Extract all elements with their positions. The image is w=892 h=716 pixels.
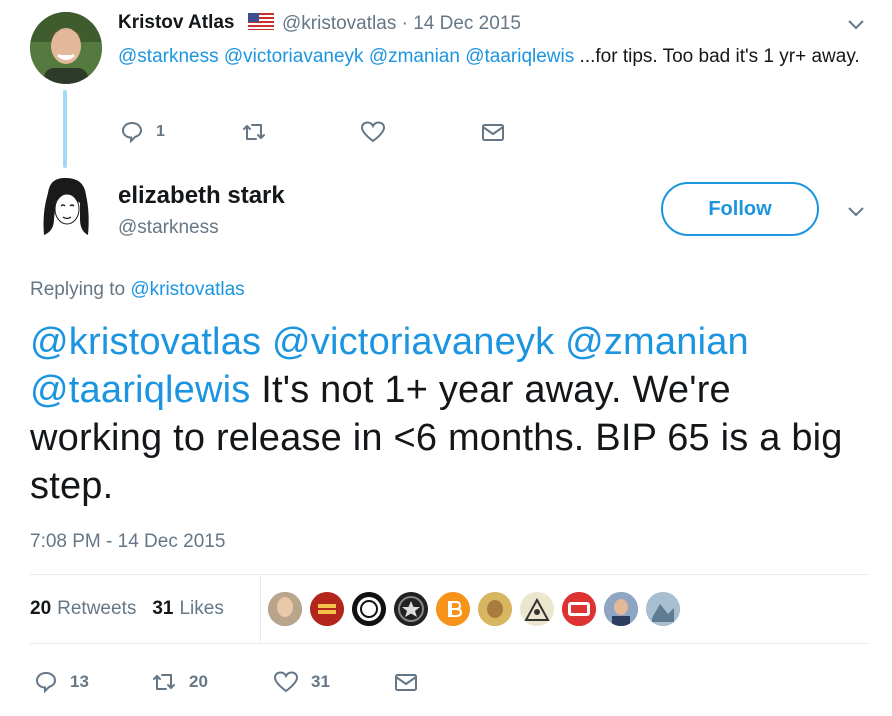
retweet-icon — [243, 124, 265, 140]
stats-separator — [260, 575, 261, 643]
reply-count: 13 — [70, 672, 89, 691]
envelope-icon — [482, 124, 504, 141]
main-tweet-text: @kristovatlas @victoriavaneyk @zmanian @… — [30, 318, 870, 510]
reply-button[interactable]: 13 — [34, 669, 89, 695]
stats-top-divider — [30, 574, 869, 575]
parent-tweet-body: ...for tips. Too bad it's 1 yr+ away. — [574, 46, 860, 67]
liker-avatar[interactable] — [604, 592, 638, 626]
liker-avatar[interactable] — [646, 592, 680, 626]
replying-handle-link[interactable]: @kristovatlas — [130, 279, 244, 300]
parent-tweet-mentions[interactable]: @starkness @victoriavaneyk @zmanian @taa… — [118, 46, 574, 67]
steak-frites-avatar[interactable] — [310, 592, 344, 626]
parent-tweet-text: @starkness @victoriavaneyk @zmanian @taa… — [118, 43, 878, 71]
follow-button[interactable]: Follow — [661, 182, 819, 236]
chevron-down-icon[interactable] — [846, 14, 866, 34]
retweets-count[interactable]: 20 — [30, 598, 51, 620]
kristov-avatar[interactable] — [30, 12, 102, 84]
elizabeth-avatar[interactable] — [30, 173, 102, 245]
reply-icon — [35, 671, 57, 694]
liker-avatar[interactable] — [268, 592, 302, 626]
liker-avatar[interactable] — [520, 592, 554, 626]
like-button[interactable]: 31 — [273, 669, 330, 695]
retweet-icon — [153, 674, 175, 690]
parent-dm-button[interactable] — [481, 120, 505, 144]
tweet-timestamp[interactable]: 7:08 PM - 14 Dec 2015 — [30, 531, 225, 553]
zen-avatar[interactable] — [352, 592, 386, 626]
stats-bottom-divider — [30, 643, 869, 644]
heart-icon — [360, 121, 386, 143]
bitcoin-avatar[interactable] — [436, 592, 470, 626]
likes-label[interactable]: Likes — [179, 598, 223, 620]
liker-avatar[interactable] — [562, 592, 596, 626]
main-author-name[interactable]: elizabeth stark — [118, 182, 285, 210]
liker-avatar[interactable] — [478, 592, 512, 626]
thread-connector-line — [63, 90, 67, 168]
parent-author-name[interactable]: Kristov Atlas — [118, 12, 235, 34]
replying-to-line: Replying to @kristovatlas — [30, 279, 245, 301]
parent-like-button[interactable] — [360, 120, 386, 144]
us-flag-icon — [248, 13, 274, 30]
dm-button[interactable] — [394, 669, 418, 695]
parent-author-handle-date[interactable]: @kristovatlas · 14 Dec 2015 — [282, 13, 521, 35]
like-count: 31 — [311, 672, 330, 691]
reply-icon — [121, 121, 143, 144]
main-author-handle[interactable]: @starkness — [118, 217, 219, 239]
retweets-label[interactable]: Retweets — [57, 598, 136, 620]
parent-reply-button[interactable]: 1 — [120, 120, 165, 144]
heart-icon — [273, 671, 299, 693]
star-coin-avatar[interactable] — [394, 592, 428, 626]
replying-prefix: Replying to — [30, 279, 131, 300]
retweet-count: 20 — [189, 672, 208, 691]
parent-reply-count: 1 — [156, 123, 165, 140]
retweet-button[interactable]: 20 — [151, 669, 208, 695]
engagement-stats: 20 Retweets 31 Likes — [30, 598, 224, 620]
envelope-icon — [395, 674, 417, 691]
parent-retweet-button[interactable] — [241, 120, 267, 144]
chevron-down-icon[interactable] — [846, 201, 866, 221]
liker-avatars — [268, 592, 688, 626]
likes-count[interactable]: 31 — [152, 598, 173, 620]
